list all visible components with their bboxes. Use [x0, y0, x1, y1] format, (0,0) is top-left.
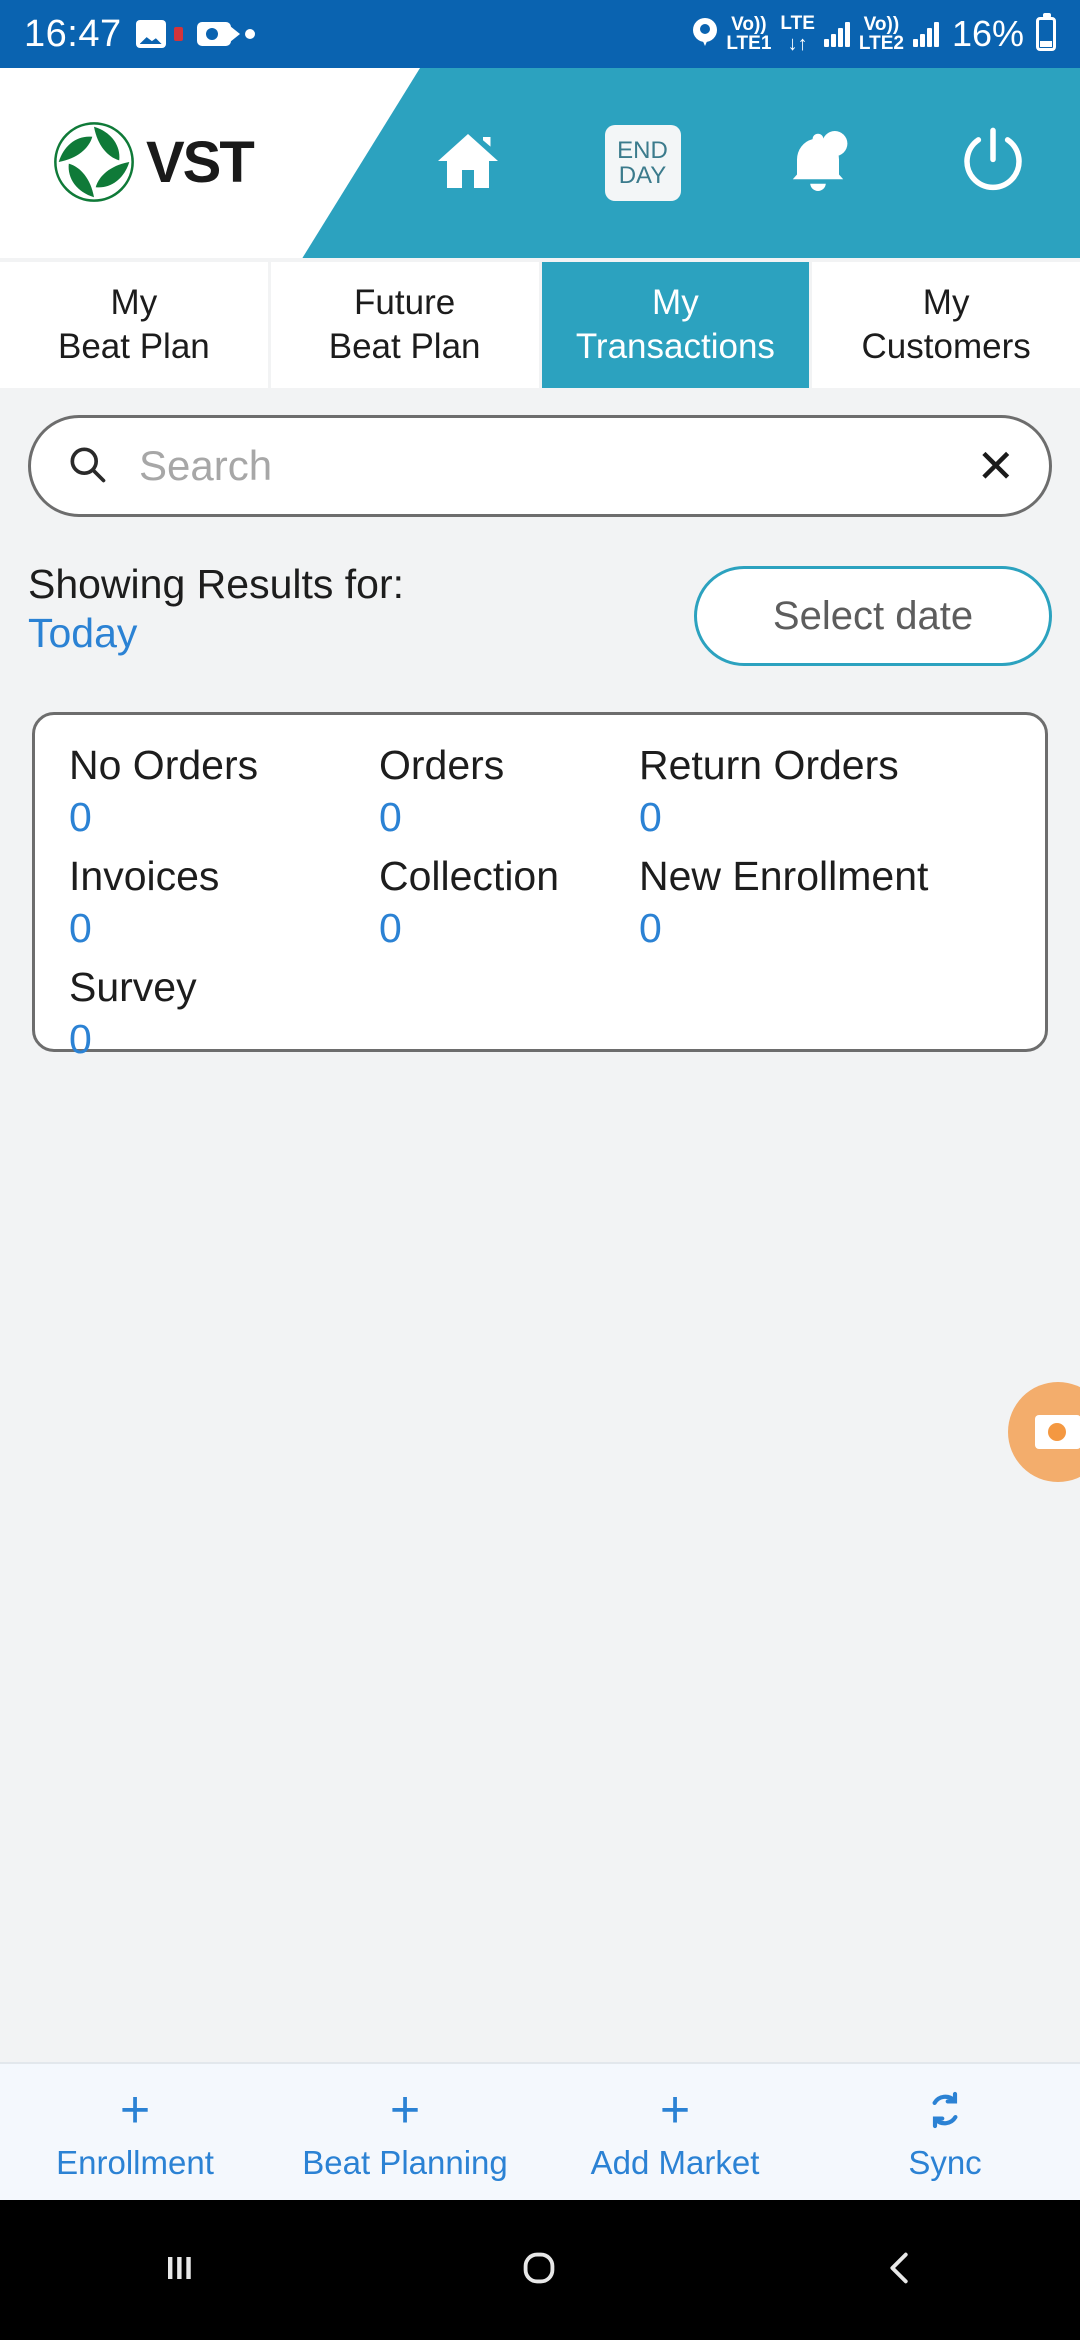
- dot-icon: [244, 29, 255, 39]
- stat-label-invoices: Invoices: [69, 852, 220, 899]
- app-header: VST END DAY: [0, 68, 1080, 258]
- plus-icon: +: [119, 2081, 151, 2139]
- tab-my-customers[interactable]: My Customers: [812, 262, 1080, 388]
- home-button[interactable]: [413, 108, 523, 218]
- home-icon: [429, 125, 507, 202]
- power-icon: [954, 122, 1032, 205]
- tab-my-customers-line2: Customers: [861, 327, 1031, 366]
- stat-value-no-orders: 0: [69, 794, 92, 841]
- results-filter-row: Showing Results for: Today Select date: [28, 558, 1052, 678]
- tab-bar: My Beat Plan Future Beat Plan My Transac…: [0, 258, 1080, 388]
- sim2-network-label: LTE2: [858, 33, 904, 54]
- status-bar: 16:47 Vo)) LTE1 LTE ↓↑ Vo)) LTE2 16%: [0, 0, 1080, 68]
- stat-value-new-enrollment: 0: [639, 905, 662, 952]
- search-input[interactable]: Search: [139, 442, 272, 490]
- stat-spacer-2: [639, 963, 1011, 1011]
- notifications-button[interactable]: [763, 108, 873, 218]
- tab-my-beat-plan[interactable]: My Beat Plan: [0, 262, 268, 388]
- status-bar-left: 16:47: [24, 13, 255, 56]
- tab-my-transactions-line2: Transactions: [575, 327, 775, 366]
- tab-my-transactions[interactable]: My Transactions: [541, 262, 810, 388]
- select-date-button[interactable]: Select date: [694, 566, 1052, 666]
- vst-swirl-logo: [52, 120, 136, 204]
- app-header-actions: END DAY: [380, 68, 1080, 258]
- plus-icon: +: [389, 2081, 421, 2139]
- search-bar[interactable]: Search ✕: [28, 415, 1052, 517]
- stat-spacer-1: [379, 963, 639, 1011]
- stat-label-orders: Orders: [379, 742, 505, 788]
- transactions-summary-card: No Orders Orders Return Orders 0 0 0 Inv…: [32, 712, 1048, 1062]
- tab-my-customers-line1: My: [922, 283, 970, 323]
- action-beat-planning[interactable]: + Beat Planning: [270, 2082, 540, 2182]
- action-enrollment[interactable]: + Enrollment: [0, 2082, 270, 2182]
- stat-value-invoices: 0: [69, 905, 92, 952]
- end-day-line2: DAY: [618, 162, 667, 189]
- select-date-label: Select date: [772, 593, 974, 638]
- clock: 16:47: [24, 12, 122, 55]
- stat-spacer-4: [639, 1011, 1011, 1074]
- action-add-market[interactable]: + Add Market: [540, 2082, 810, 2182]
- stat-label-new-enrollment: New Enrollment: [639, 852, 929, 899]
- bottom-action-bar: + Enrollment + Beat Planning + Add Marke…: [0, 2062, 1080, 2200]
- stat-label-collection: Collection: [379, 852, 560, 899]
- recents-icon[interactable]: [157, 2246, 201, 2295]
- stat-value-return-orders: 0: [639, 794, 662, 841]
- sim1-network-label: LTE1: [726, 33, 772, 54]
- stat-label-no-orders: No Orders: [69, 742, 259, 788]
- stat-value-collection: 0: [379, 905, 402, 952]
- home-circle-icon[interactable]: [516, 2245, 562, 2296]
- app-logo-text: VST: [146, 129, 255, 195]
- app-logo: VST: [52, 120, 255, 204]
- stat-spacer-3: [379, 1011, 639, 1074]
- action-enrollment-label: Enrollment: [56, 2144, 214, 2181]
- close-icon[interactable]: ✕: [976, 443, 1015, 489]
- stat-value-survey: 0: [69, 1016, 92, 1063]
- signal-bars-sim1-icon: [823, 21, 850, 47]
- tab-future-beat-plan-line2: Beat Plan: [328, 327, 481, 366]
- tab-my-beat-plan-line2: Beat Plan: [57, 327, 210, 366]
- action-beat-planning-label: Beat Planning: [302, 2144, 508, 2181]
- tab-my-transactions-line1: My: [652, 283, 699, 323]
- network-type-indicator: LTE ↓↑: [780, 14, 814, 54]
- stat-label-return-orders: Return Orders: [639, 742, 899, 788]
- sim1-vo-label: Vo)): [731, 14, 767, 35]
- status-bar-right: Vo)) LTE1 LTE ↓↑ Vo)) LTE2 16%: [693, 13, 1056, 55]
- action-sync[interactable]: Sync: [810, 2082, 1080, 2182]
- stat-label-survey: Survey: [69, 963, 197, 1010]
- end-day-icon: END DAY: [604, 125, 681, 201]
- back-chevron-icon[interactable]: [877, 2245, 923, 2296]
- photo-icon: [135, 20, 166, 48]
- tab-my-beat-plan-line1: My: [110, 283, 158, 323]
- location-pin-icon: [693, 18, 718, 50]
- bell-icon: [782, 125, 854, 202]
- network-type-label: LTE: [780, 13, 815, 35]
- power-button[interactable]: [938, 108, 1048, 218]
- screen-record-camera-icon: [1035, 1415, 1080, 1449]
- tab-future-beat-plan[interactable]: Future Beat Plan: [270, 262, 539, 388]
- android-nav-bar: [0, 2200, 1080, 2340]
- sim2-indicator: Vo)) LTE2: [859, 15, 904, 53]
- battery-icon: [1036, 13, 1056, 51]
- signal-bars-sim2-icon: [912, 21, 939, 47]
- data-arrows-icon: ↓↑: [787, 32, 808, 55]
- plus-icon: +: [659, 2081, 691, 2139]
- end-day-button[interactable]: END DAY: [588, 108, 698, 218]
- action-add-market-label: Add Market: [590, 2144, 760, 2181]
- search-field[interactable]: Search ✕: [28, 415, 1052, 517]
- sim1-indicator: Vo)) LTE1: [726, 15, 771, 53]
- stat-value-orders: 0: [379, 794, 402, 841]
- stats-grid: No Orders Orders Return Orders 0 0 0 Inv…: [69, 741, 1011, 1074]
- battery-percent: 16%: [951, 13, 1024, 54]
- end-day-line1: END: [617, 136, 668, 164]
- tab-future-beat-plan-line1: Future: [354, 283, 456, 323]
- sim2-vo-label: Vo)): [863, 14, 900, 35]
- video-camera-icon: [196, 22, 240, 46]
- sync-icon: [920, 2082, 970, 2138]
- screen-recorder-floating-button[interactable]: [1008, 1382, 1080, 1482]
- action-sync-label: Sync: [908, 2144, 982, 2181]
- phone-screen: 16:47 Vo)) LTE1 LTE ↓↑ Vo)) LTE2 16% VST…: [0, 0, 1080, 2340]
- record-dot-icon: [173, 27, 183, 41]
- search-icon: [65, 442, 109, 491]
